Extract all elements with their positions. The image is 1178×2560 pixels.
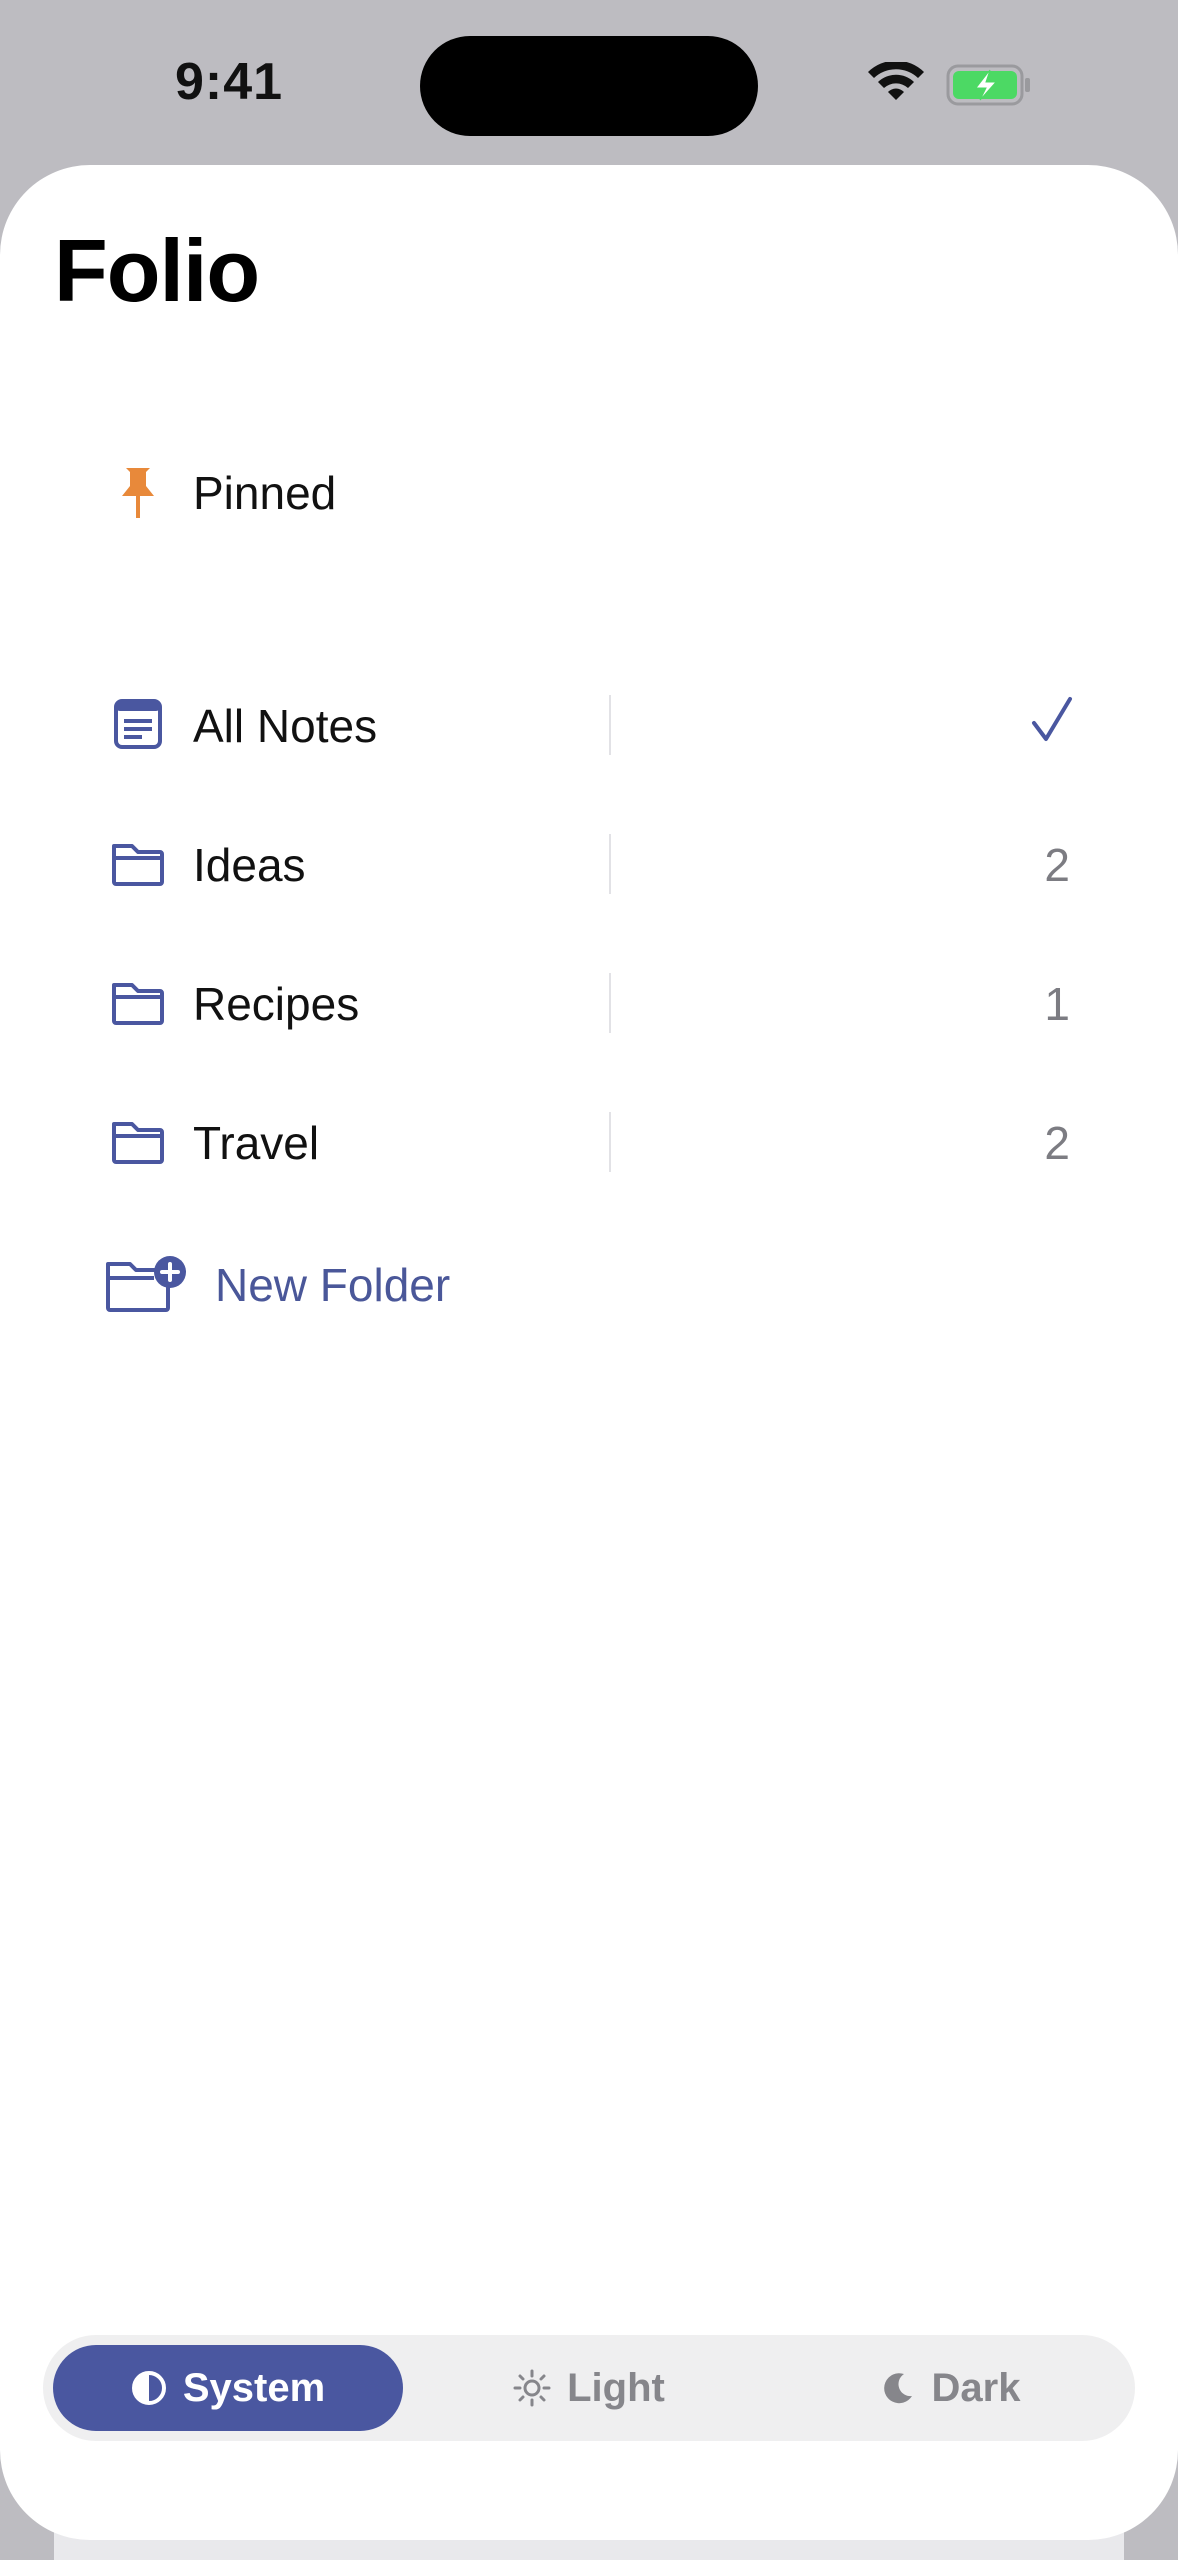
folder-icon — [112, 1122, 164, 1164]
folder-count: 2 — [1044, 839, 1070, 891]
moon-icon — [883, 2373, 912, 2404]
screen: 9:41 Folio Pinned All Notes Ideas 2 Reci… — [0, 0, 1178, 2560]
folder-label: All Notes — [193, 700, 378, 752]
theme-option-label: Dark — [931, 2365, 1021, 2410]
new-folder-icon[interactable] — [104, 1254, 188, 1314]
row-divider — [609, 834, 611, 894]
folder-icon — [112, 983, 164, 1025]
notes-icon — [114, 699, 162, 749]
theme-option-label: System — [182, 2365, 326, 2410]
folder-row-travel[interactable]: Travel 2 — [0, 1082, 1178, 1202]
folder-count: 1 — [1044, 978, 1070, 1030]
pinned-row[interactable]: Pinned — [0, 432, 1178, 552]
row-divider — [609, 695, 611, 755]
folder-row-ideas[interactable]: Ideas 2 — [0, 804, 1178, 924]
row-divider — [609, 1112, 611, 1172]
theme-option-light[interactable]: Light — [414, 2345, 764, 2431]
new-folder-button[interactable]: New Folder — [215, 1258, 450, 1312]
page-title: Folio — [54, 221, 260, 320]
folder-row-all-notes[interactable]: All Notes — [0, 665, 1178, 785]
folder-icon — [112, 844, 164, 886]
status-time: 9:41 — [175, 53, 284, 111]
checkmark-icon — [1032, 697, 1072, 741]
folder-label: Recipes — [193, 978, 360, 1030]
theme-option-dark[interactable]: Dark — [775, 2345, 1125, 2431]
folder-label: Travel — [193, 1117, 320, 1169]
theme-option-label: Light — [567, 2365, 665, 2410]
sun-icon — [513, 2369, 551, 2407]
theme-segmented-control: System Light Dark — [43, 2335, 1135, 2441]
pinned-label: Pinned — [193, 467, 337, 519]
folder-row-recipes[interactable]: Recipes 1 — [0, 943, 1178, 1063]
half-circle-icon — [131, 2371, 166, 2405]
pin-icon — [122, 468, 154, 518]
folder-label: Ideas — [193, 839, 306, 891]
wifi-icon — [868, 62, 924, 100]
folder-count: 2 — [1044, 1117, 1070, 1169]
dynamic-island — [420, 36, 758, 136]
battery-charging-icon — [946, 64, 1030, 106]
row-divider — [609, 973, 611, 1033]
theme-option-system[interactable]: System — [53, 2345, 403, 2431]
